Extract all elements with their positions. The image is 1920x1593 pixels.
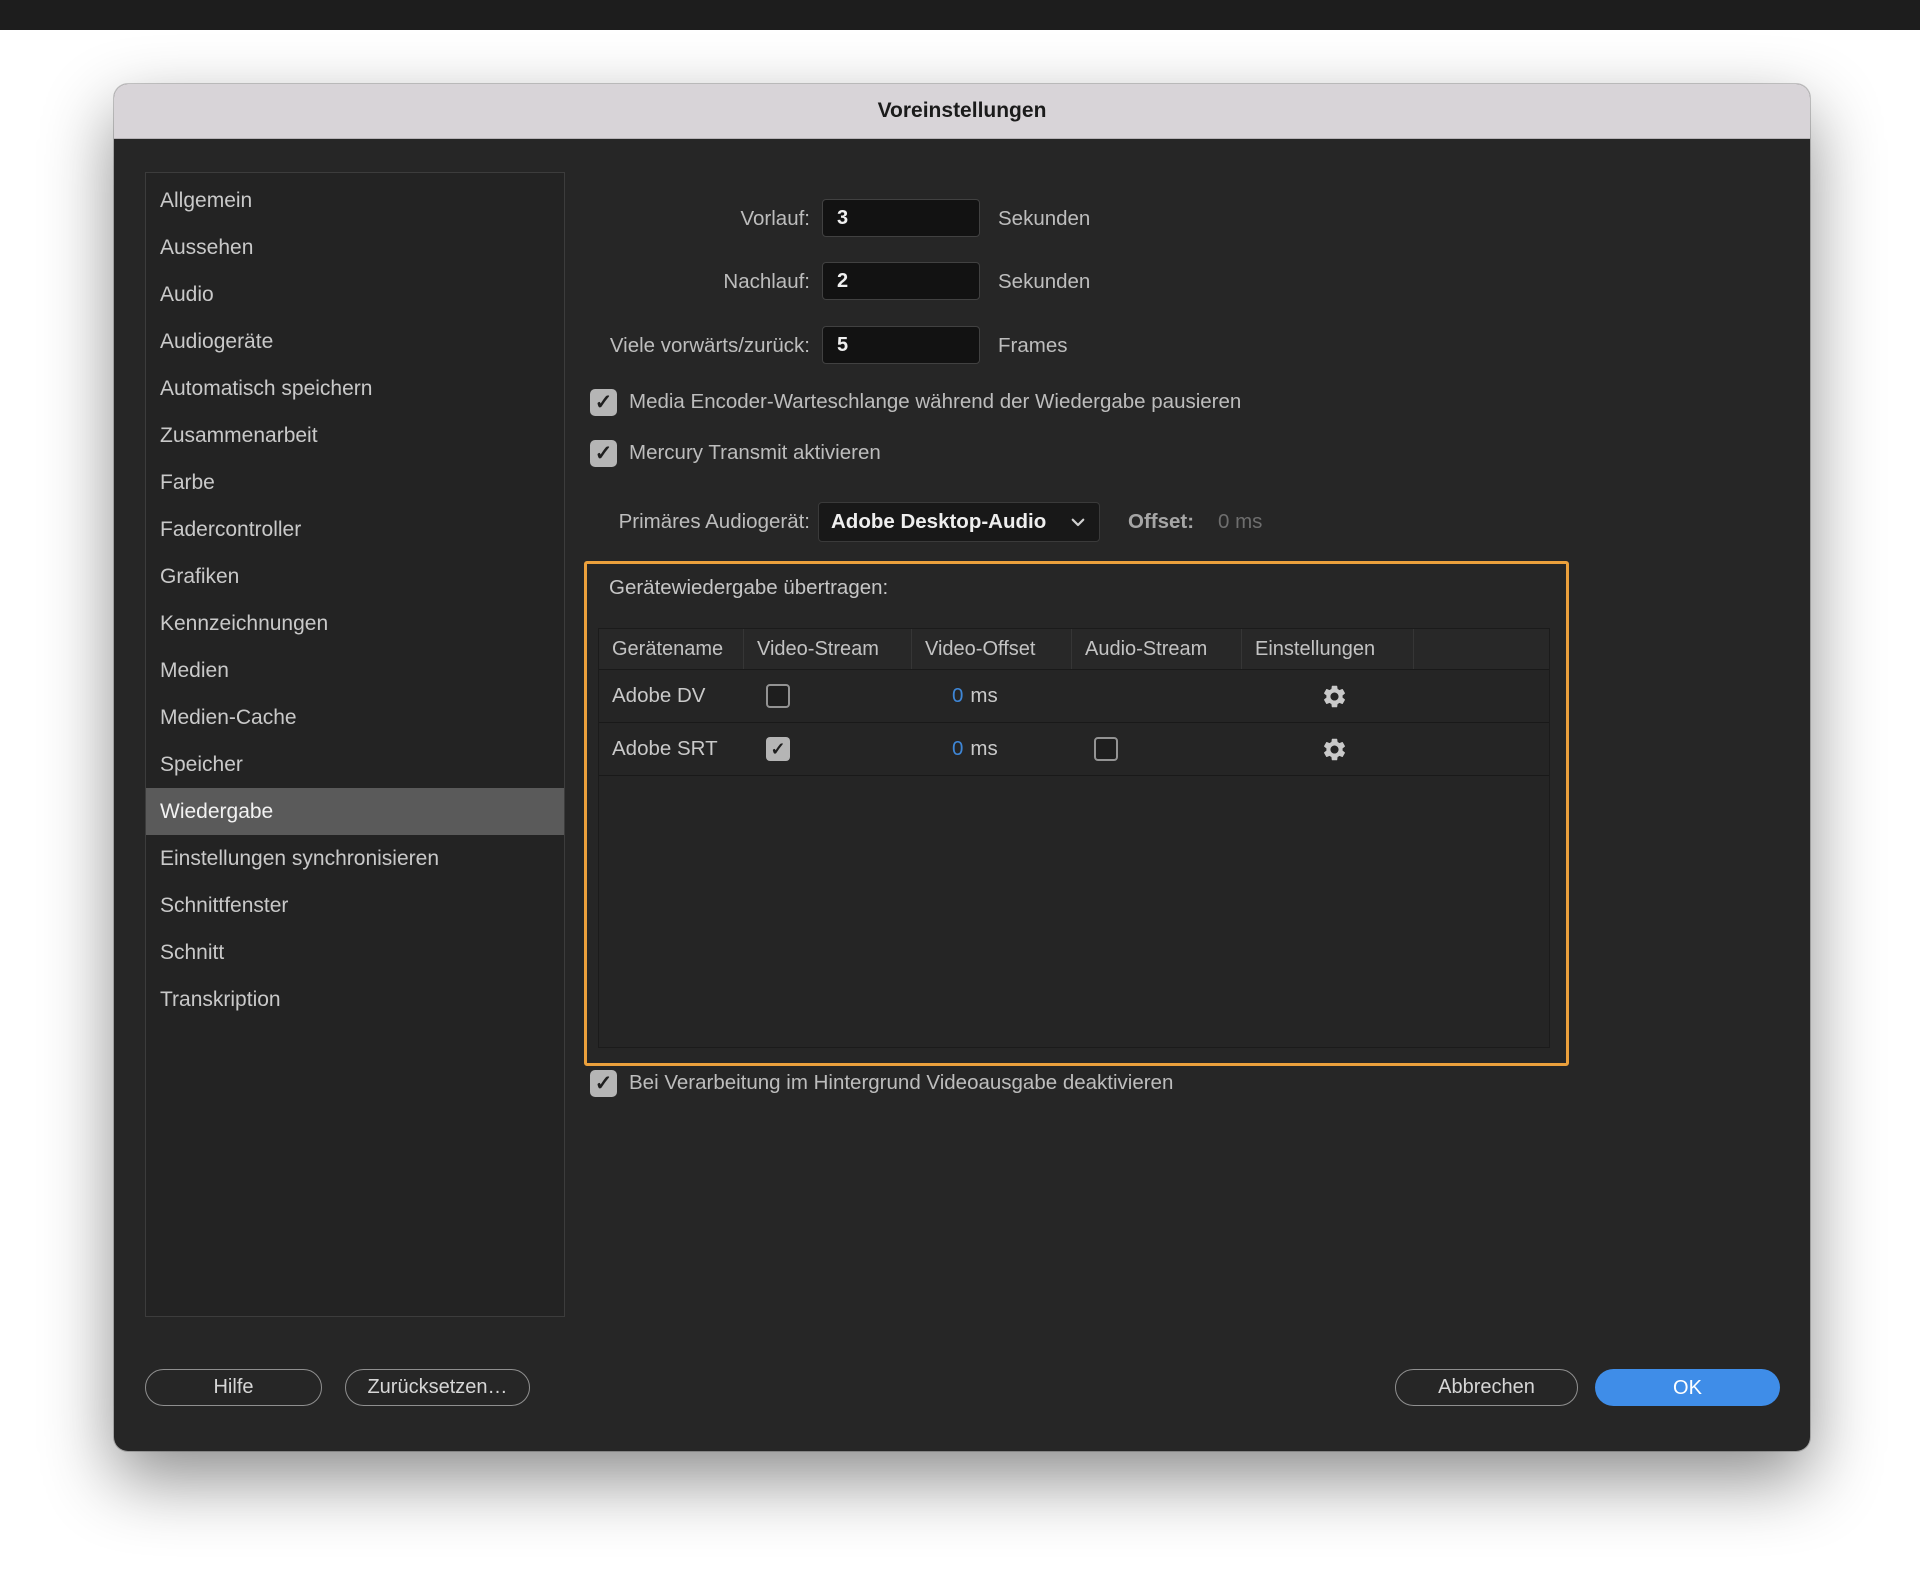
sidebar-item-transkription[interactable]: Transkription bbox=[146, 976, 564, 1023]
header-filler bbox=[1414, 629, 1549, 669]
step-many-input[interactable] bbox=[822, 326, 980, 364]
offset-value: 0 ms bbox=[1218, 510, 1263, 533]
header-video-offset: Video-Offset bbox=[912, 629, 1072, 669]
video-offset-value[interactable]: 0 bbox=[952, 737, 963, 760]
sidebar-item-medien-cache[interactable]: Medien-Cache bbox=[146, 694, 564, 741]
audio-stream-checkbox[interactable] bbox=[1094, 737, 1118, 761]
sidebar-item-zusammenarbeit[interactable]: Zusammenarbeit bbox=[146, 412, 564, 459]
preroll-unit: Sekunden bbox=[998, 207, 1091, 230]
postroll-label: Nachlauf: bbox=[723, 270, 810, 293]
check-icon: ✓ bbox=[594, 441, 613, 465]
sidebar-item-einstellungen-synchronisieren[interactable]: Einstellungen synchronisieren bbox=[146, 835, 564, 882]
check-icon: ✓ bbox=[594, 1071, 613, 1095]
mercury-transmit-row: ✓ Mercury Transmit aktivieren bbox=[590, 438, 881, 468]
dialog-title: Voreinstellungen bbox=[877, 99, 1047, 122]
mercury-transmit-label: Mercury Transmit aktivieren bbox=[629, 441, 881, 464]
table-row-adobe-dv: Adobe DV 0 ms bbox=[599, 670, 1549, 723]
settings-gear-icon[interactable] bbox=[1321, 736, 1348, 763]
reset-button[interactable]: Zurücksetzen… bbox=[345, 1369, 530, 1406]
header-audio-stream: Audio-Stream bbox=[1072, 629, 1242, 669]
device-playback-panel: Gerätewiedergabe übertragen: Gerätename … bbox=[584, 561, 1569, 1066]
mercury-transmit-checkbox[interactable]: ✓ bbox=[590, 439, 617, 467]
sidebar-item-wiedergabe[interactable]: Wiedergabe bbox=[146, 788, 564, 835]
video-offset-unit: ms bbox=[970, 737, 998, 760]
primary-audio-value: Adobe Desktop-Audio bbox=[831, 510, 1047, 533]
primary-audio-label: Primäres Audiogerät: bbox=[618, 510, 810, 533]
header-video-stream: Video-Stream bbox=[744, 629, 912, 669]
background-app-bar bbox=[0, 0, 1920, 30]
settings-gear-icon[interactable] bbox=[1321, 683, 1348, 710]
disable-video-output-checkbox[interactable]: ✓ bbox=[590, 1069, 617, 1097]
device-name: Adobe SRT bbox=[612, 737, 718, 760]
step-many-label: Viele vorwärts/zurück: bbox=[609, 334, 810, 357]
sidebar-item-kennzeichnungen[interactable]: Kennzeichnungen bbox=[146, 600, 564, 647]
ok-button[interactable]: OK bbox=[1595, 1369, 1780, 1406]
video-stream-checkbox[interactable]: ✓ bbox=[766, 737, 790, 761]
table-row-adobe-srt: Adobe SRT ✓ 0 ms bbox=[599, 723, 1549, 776]
pause-media-encoder-checkbox[interactable]: ✓ bbox=[590, 388, 617, 416]
check-icon: ✓ bbox=[770, 739, 786, 759]
postroll-unit: Sekunden bbox=[998, 270, 1091, 293]
chevron-down-icon bbox=[1071, 518, 1085, 527]
preferences-dialog: Voreinstellungen Allgemein Aussehen Audi… bbox=[114, 84, 1810, 1451]
preroll-input[interactable] bbox=[822, 199, 980, 237]
disable-video-output-row: ✓ Bei Verarbeitung im Hintergrund Videoa… bbox=[590, 1068, 1173, 1098]
pause-media-encoder-label: Media Encoder-Warteschlange während der … bbox=[629, 390, 1242, 413]
device-table: Gerätename Video-Stream Video-Offset Aud… bbox=[598, 628, 1550, 1048]
sidebar-item-schnitt[interactable]: Schnitt bbox=[146, 929, 564, 976]
video-offset-unit: ms bbox=[970, 684, 998, 707]
dialog-titlebar: Voreinstellungen bbox=[114, 84, 1810, 139]
pause-media-encoder-row: ✓ Media Encoder-Warteschlange während de… bbox=[590, 387, 1241, 417]
preroll-label: Vorlauf: bbox=[740, 207, 810, 230]
device-table-header: Gerätename Video-Stream Video-Offset Aud… bbox=[599, 629, 1549, 670]
video-offset-value[interactable]: 0 bbox=[952, 684, 963, 707]
disable-video-output-label: Bei Verarbeitung im Hintergrund Videoaus… bbox=[629, 1071, 1174, 1094]
device-name: Adobe DV bbox=[612, 684, 706, 707]
sidebar-item-farbe[interactable]: Farbe bbox=[146, 459, 564, 506]
video-stream-checkbox[interactable] bbox=[766, 684, 790, 708]
sidebar-item-grafiken[interactable]: Grafiken bbox=[146, 553, 564, 600]
help-button[interactable]: Hilfe bbox=[145, 1369, 322, 1406]
device-playback-title: Gerätewiedergabe übertragen: bbox=[609, 576, 889, 599]
offset-label: Offset: bbox=[1128, 510, 1195, 533]
sidebar-item-schnittfenster[interactable]: Schnittfenster bbox=[146, 882, 564, 929]
sidebar-item-medien[interactable]: Medien bbox=[146, 647, 564, 694]
sidebar-item-automatisch-speichern[interactable]: Automatisch speichern bbox=[146, 365, 564, 412]
check-icon: ✓ bbox=[594, 390, 613, 414]
cancel-button[interactable]: Abbrechen bbox=[1395, 1369, 1578, 1406]
sidebar-item-speicher[interactable]: Speicher bbox=[146, 741, 564, 788]
step-many-unit: Frames bbox=[998, 334, 1068, 357]
header-einstellungen: Einstellungen bbox=[1242, 629, 1414, 669]
postroll-input[interactable] bbox=[822, 262, 980, 300]
primary-audio-select[interactable]: Adobe Desktop-Audio bbox=[818, 502, 1100, 542]
header-geraetename: Gerätename bbox=[599, 629, 744, 669]
